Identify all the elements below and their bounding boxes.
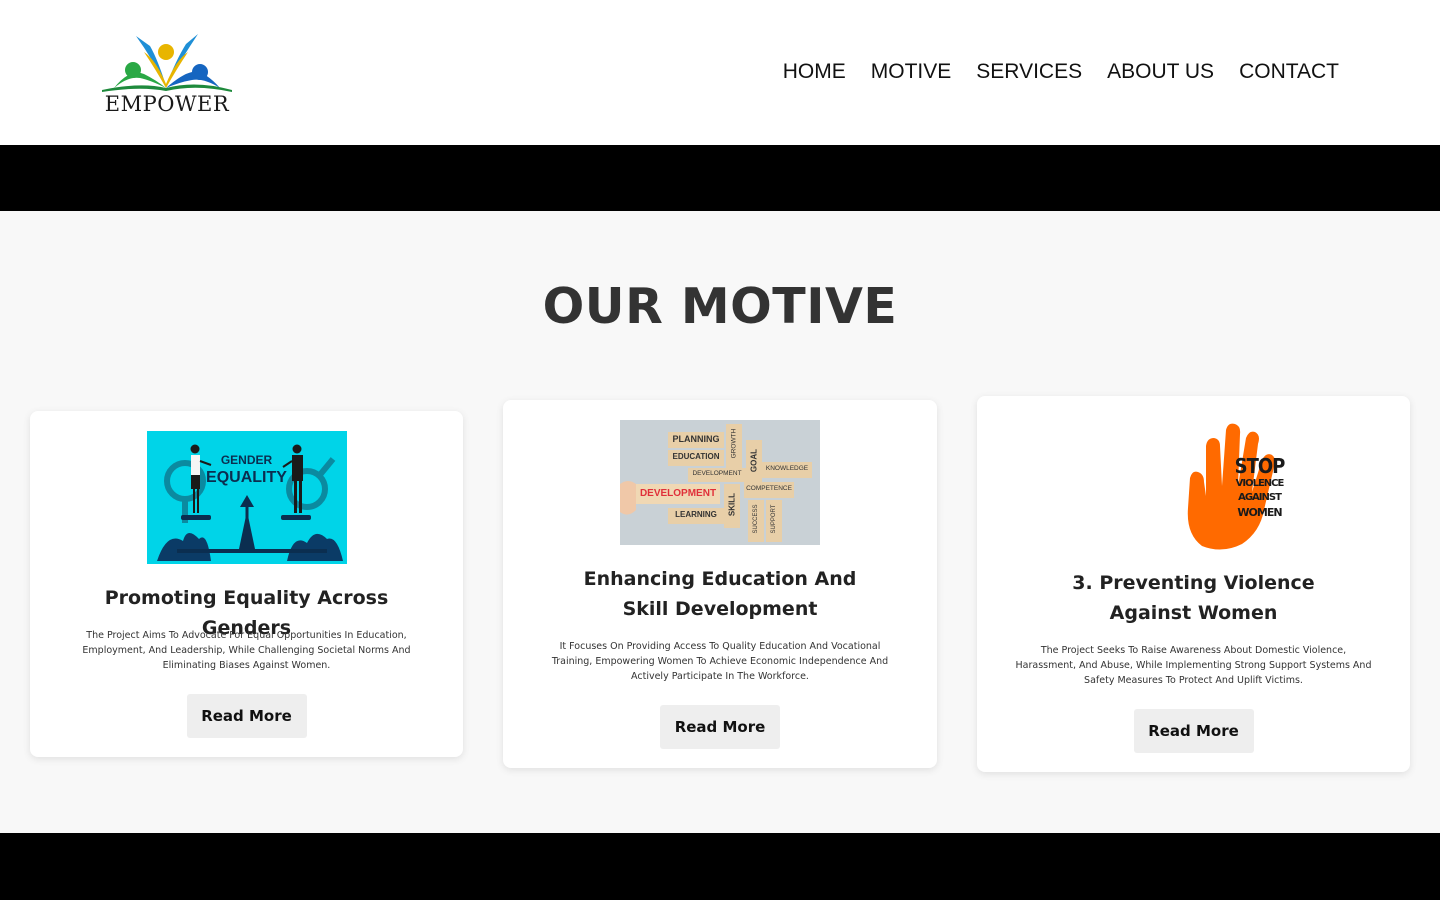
word-skill: SKILL xyxy=(727,492,737,517)
read-more-button[interactable]: Read More xyxy=(1133,709,1254,753)
word-success: SUCCESS xyxy=(753,504,759,534)
gender-equality-line1: GENDER xyxy=(220,453,273,467)
stop-line3: AGAINST xyxy=(1238,492,1282,503)
nav-services[interactable]: SERVICES xyxy=(976,58,1082,86)
empower-logo[interactable]: EMPOWER xyxy=(100,30,234,120)
word-growth: GROWTH xyxy=(730,428,738,459)
card-description: It Focuses On Providing Access To Qualit… xyxy=(551,641,889,682)
motive-card-education: PLANNING EDUCATION DEVELOPMENT DEVELOPME… xyxy=(503,400,937,768)
word-learning: LEARNING xyxy=(675,510,717,519)
education-skills-image: PLANNING EDUCATION DEVELOPMENT DEVELOPME… xyxy=(620,420,820,545)
nav-contact[interactable]: CONTACT xyxy=(1239,58,1339,86)
card-title: 3. Preventing Violence Against Women xyxy=(1072,572,1315,624)
read-more-button[interactable]: Read More xyxy=(186,694,307,738)
read-more-button[interactable]: Read More xyxy=(660,705,780,749)
stop-line1: STOP xyxy=(1234,454,1286,478)
footer-black-bar xyxy=(0,833,1440,900)
word-education: EDUCATION xyxy=(672,452,720,461)
word-development-small: DEVELOPMENT xyxy=(692,470,742,477)
people-logo-icon xyxy=(102,34,232,92)
gender-equality-illustration-icon xyxy=(156,444,343,561)
card-description: The Project Seeks To Raise Awareness Abo… xyxy=(1015,645,1372,686)
nav-about-us[interactable]: ABOUT US xyxy=(1107,58,1214,86)
word-development-red: DEVELOPMENT xyxy=(639,488,717,499)
stop-line2: VIOLENCE xyxy=(1235,478,1285,489)
nav-motive[interactable]: MOTIVE xyxy=(871,58,952,86)
brand-name: EMPOWER xyxy=(104,92,230,116)
site-header: EMPOWER HOME MOTIVE SERVICES ABOUT US CO… xyxy=(0,0,1440,145)
card-description: The Project Aims To Advocate For Equal O… xyxy=(82,630,411,671)
top-black-banner xyxy=(0,145,1440,211)
motive-card-violence: STOP VIOLENCE AGAINST WOMEN 3. Preventin… xyxy=(977,396,1410,772)
word-goal: GOAL xyxy=(749,448,759,473)
word-knowledge: KNOWLEDGE xyxy=(765,465,809,472)
nav-home[interactable]: HOME xyxy=(783,58,846,86)
stop-line4: WOMEN xyxy=(1237,506,1282,519)
motive-card-equality: GENDER EQUALITY Promoting Equality Acros… xyxy=(30,411,463,757)
word-planning: PLANNING xyxy=(672,434,720,444)
main-nav: HOME MOTIVE SERVICES ABOUT US CONTACT xyxy=(783,58,1339,86)
stop-violence-image: STOP VIOLENCE AGAINST WOMEN xyxy=(1093,416,1294,551)
card-title: Enhancing Education And Skill Developmen… xyxy=(583,568,857,620)
word-support: SUPPORT xyxy=(771,504,777,534)
word-competence: COMPETENCE xyxy=(746,485,792,492)
gender-equality-line2: EQUALITY xyxy=(206,469,287,486)
section-title: OUR MOTIVE xyxy=(542,278,898,335)
gender-equality-image: GENDER EQUALITY xyxy=(146,431,347,564)
